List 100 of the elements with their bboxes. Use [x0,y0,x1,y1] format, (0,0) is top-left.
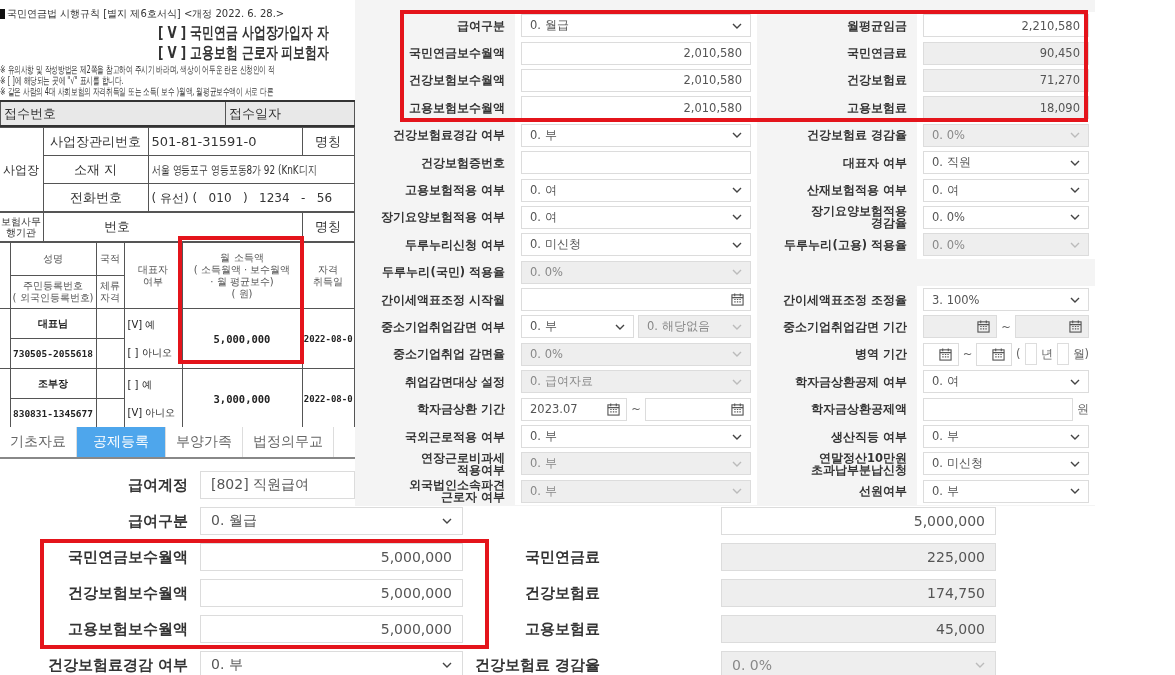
chevron-down-icon [732,433,742,440]
select-field[interactable]: 0. 부 [200,651,463,675]
calendar-icon [938,347,952,361]
select-field[interactable]: 0. 여 [923,178,1089,202]
input-field[interactable]: 2,010,580 [521,96,751,120]
checkbox-option: [V] 아니오 [127,406,176,419]
input-field[interactable]: 5,000,000 [721,507,996,535]
field-label: 중소기업취업감면 여부 [380,321,506,333]
input-field[interactable] [923,397,1073,421]
select-field[interactable]: 0. 여 [521,205,751,229]
table-cell: 조부장 [10,368,96,399]
checkbox-option: [ ] 아니오 [127,346,172,359]
field-label: 학자금상환공제액 [810,403,908,416]
field-label: 고용보험료 [524,619,600,639]
date-field[interactable] [644,397,751,421]
field-label: 고용보험보수월액 [408,101,506,114]
checkbox-option: [V] 예 [127,318,156,331]
select-field[interactable]: 0. 직원 [923,151,1089,175]
date-field[interactable] [521,288,751,312]
chevron-down-icon [1070,488,1080,495]
input-field[interactable] [1056,343,1069,366]
select-field[interactable]: 0. 미신청 [521,233,751,257]
field-label: 건강보험보수월액 [67,583,188,603]
select-field[interactable]: 0. 부 [923,425,1089,449]
date-field[interactable] [923,342,959,366]
chevron-down-icon [975,662,985,668]
chevron-down-icon [1070,214,1080,221]
form-note: ※ 유의사항 및 작성방법은 제2쪽을 참고하여 주시기 바라며, 색상이 어두운 란은 신청인이 적 [0,64,275,75]
field-label: 외국법인소속파견 근로자 여부 [408,479,506,504]
field-label: 생산직등 여부 [830,430,908,443]
table-header: 주민등록번호 ( 외국인등록번호) [10,275,96,309]
chevron-down-icon [1070,159,1080,166]
input-field: 71,270 [923,68,1089,92]
field-label: 선원여부 [858,485,908,498]
chevron-down-icon [732,460,742,467]
table-header: 소재 지 [43,155,148,184]
select-field[interactable]: 0. 월급 [521,14,751,38]
select-field[interactable]: 0. 부 [521,315,634,339]
select-field[interactable]: 0. 여 [923,370,1089,394]
field-label: 장기요양보험적용 여부 [380,211,506,224]
chevron-down-icon [1070,296,1080,303]
table-header: 접수일자 [225,101,355,126]
chevron-down-icon [732,351,742,358]
table-cell: 2022-08-0 [302,308,355,369]
input-field[interactable]: 5,000,000 [200,615,463,643]
field-label: 국민연금보수월액 [67,547,188,567]
select-field[interactable]: 0. 부 [923,479,1089,503]
input-field[interactable]: 2,010,580 [521,41,751,65]
table-header: 명칭 [302,212,355,242]
chevron-down-icon [732,241,742,248]
date-field[interactable] [976,342,1012,366]
select-field[interactable]: 0. 부 [521,123,751,147]
input-field[interactable] [521,151,751,175]
table-header: 전화번호 [43,183,148,212]
select-field[interactable]: 0. 미신청 [923,452,1089,476]
separator-text: 년 [1040,346,1053,362]
field-label: 고용보험료 [846,101,908,114]
input-field[interactable]: 2,210,580 [923,14,1089,38]
field-label: 학자금상환공제 여부 [794,375,908,388]
table-header: 자격 취득일 [302,242,355,309]
table-cell: 501-81-31591-0 [148,127,302,156]
date-field[interactable]: 2023.07 [521,397,628,421]
select-field[interactable]: 0. 부 [521,425,751,449]
field-label: 연장근로비과세 적용여부 [420,451,506,476]
select-field[interactable]: 3. 100% [923,288,1089,312]
input-field: 90,450 [923,41,1089,65]
input-field[interactable]: 5,000,000 [200,579,463,607]
separator-text: 원 [1077,401,1089,417]
separator-text: ( [1016,347,1021,362]
table-header: 보험사무 행기관 [0,212,43,242]
field-label: 건강보험보수월액 [408,74,506,87]
input-field[interactable]: [802] 직원급여 [200,471,355,499]
chevron-down-icon [732,187,742,194]
table-header: 월 소득액 ( 소득월액 · 보수월액 · 월 평균보수) ( 원) [182,242,302,309]
separator-text: ~ [1001,320,1011,334]
input-field[interactable]: 5,000,000 [200,543,463,571]
calendar-icon [607,402,621,416]
field-label: 국민연금료 [524,547,600,567]
input-field[interactable] [1024,343,1037,366]
checkbox-option: [ ] 예 [127,378,152,391]
field-label: 병역 기간 [854,348,908,361]
chevron-down-icon [1070,132,1080,139]
input-field[interactable]: 2,010,580 [521,68,751,92]
table-cell: 대표님 [10,308,96,339]
chevron-down-icon [732,378,742,385]
table-header: 성명 [10,242,96,276]
select-field[interactable]: 0. 여 [521,178,751,202]
calendar-icon [977,320,991,334]
chevron-down-icon [1070,187,1080,194]
select-field[interactable]: 0. 월급 [200,507,463,535]
chevron-down-icon [732,324,742,330]
select-field[interactable]: 0. 0% [923,205,1089,229]
field-label: 국민연금보수월액 [408,47,506,60]
field-label: 산재보험적용 여부 [806,184,908,197]
calendar-icon [992,347,1005,361]
field-label: 취업감면대상 설정 [404,375,506,388]
chevron-down-icon [732,214,742,221]
table-header: 접수번호 [0,101,226,126]
field-label: 고용보험보수월액 [67,619,188,639]
chevron-down-icon [732,269,742,276]
